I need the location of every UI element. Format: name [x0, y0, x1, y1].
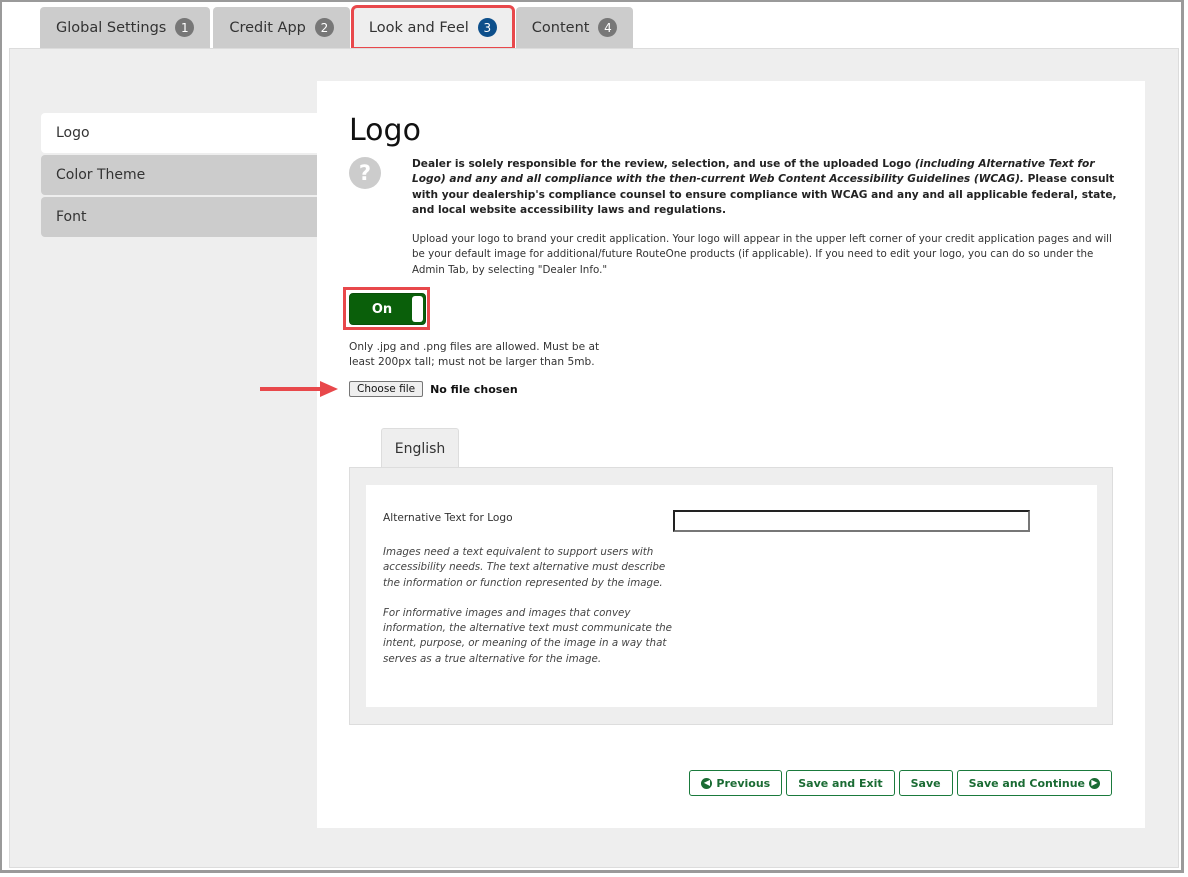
side-nav-item-color-theme[interactable]: Color Theme [41, 155, 317, 195]
choose-file-button[interactable]: Choose file [349, 381, 424, 397]
save-label: Save [910, 776, 941, 790]
alt-text-help: Images need a text equivalent to support… [383, 545, 683, 667]
side-nav-label: Logo [56, 125, 90, 141]
previous-label: Previous [716, 776, 771, 790]
app-window: Global Settings 1 Credit App 2 Look and … [0, 0, 1184, 873]
side-nav-item-logo[interactable]: Logo [41, 113, 317, 153]
alt-text-label: Alternative Text for Logo [383, 512, 513, 524]
question-circle-icon: ? [349, 157, 381, 189]
page-title: Logo [349, 113, 421, 148]
language-panel: Alternative Text for Logo Images need a … [349, 467, 1113, 725]
logo-toggle[interactable]: On [349, 293, 426, 325]
arrow-right-icon [260, 381, 338, 397]
tab-global-settings[interactable]: Global Settings 1 [40, 7, 211, 48]
file-input-row: Choose file No file chosen [349, 381, 518, 397]
save-and-exit-label: Save and Exit [798, 776, 883, 790]
alt-text-input[interactable] [673, 510, 1030, 532]
disclaimer-text: Dealer is solely responsible for the rev… [412, 157, 1117, 218]
tab-badge: 4 [598, 18, 618, 37]
tab-label: Global Settings [56, 19, 167, 36]
toggle-label: On [371, 301, 393, 317]
disclaimer-part-1: Dealer is solely responsible for the rev… [412, 158, 915, 170]
side-nav-label: Font [56, 209, 87, 225]
tab-label: Content [531, 19, 590, 36]
footer-buttons: ◀ Previous Save and Exit Save Save and C… [689, 770, 1112, 796]
save-and-continue-label: Save and Continue [968, 776, 1085, 790]
side-nav-item-font[interactable]: Font [41, 197, 317, 237]
tab-badge: 3 [477, 18, 497, 37]
tab-english[interactable]: English [381, 428, 459, 468]
main-panel: Logo ? Dealer is solely responsible for … [260, 81, 1145, 828]
top-tabs: Global Settings 1 Credit App 2 Look and … [40, 5, 634, 50]
toggle-knob [412, 296, 423, 322]
save-and-exit-button[interactable]: Save and Exit [786, 770, 895, 796]
tab-content[interactable]: Content 4 [515, 7, 634, 48]
file-status: No file chosen [430, 382, 518, 396]
alt-text-help-2: For informative images and images that c… [383, 606, 672, 665]
save-and-continue-button[interactable]: Save and Continue ▶ [956, 770, 1112, 796]
tab-look-and-feel[interactable]: Look and Feel 3 [350, 5, 515, 50]
language-panel-content: Alternative Text for Logo Images need a … [366, 485, 1097, 707]
tab-badge: 1 [175, 18, 195, 37]
alt-text-help-1: Images need a text equivalent to support… [383, 546, 666, 589]
file-requirements-note: Only .jpg and .png files are allowed. Mu… [349, 341, 600, 369]
side-nav-label: Color Theme [56, 167, 146, 183]
tab-label: Credit App [229, 19, 306, 36]
previous-button[interactable]: ◀ Previous [689, 770, 783, 796]
arrow-left-circle-icon: ◀ [701, 777, 713, 789]
tab-credit-app[interactable]: Credit App 2 [213, 7, 350, 48]
upload-description: Upload your logo to brand your credit ap… [412, 233, 1112, 276]
arrow-right-circle-icon: ▶ [1089, 777, 1100, 789]
tab-badge: 2 [314, 18, 334, 37]
tab-label: Look and Feel [368, 19, 469, 36]
save-button[interactable]: Save [898, 770, 953, 796]
side-nav: Logo Color Theme Font [41, 113, 317, 239]
